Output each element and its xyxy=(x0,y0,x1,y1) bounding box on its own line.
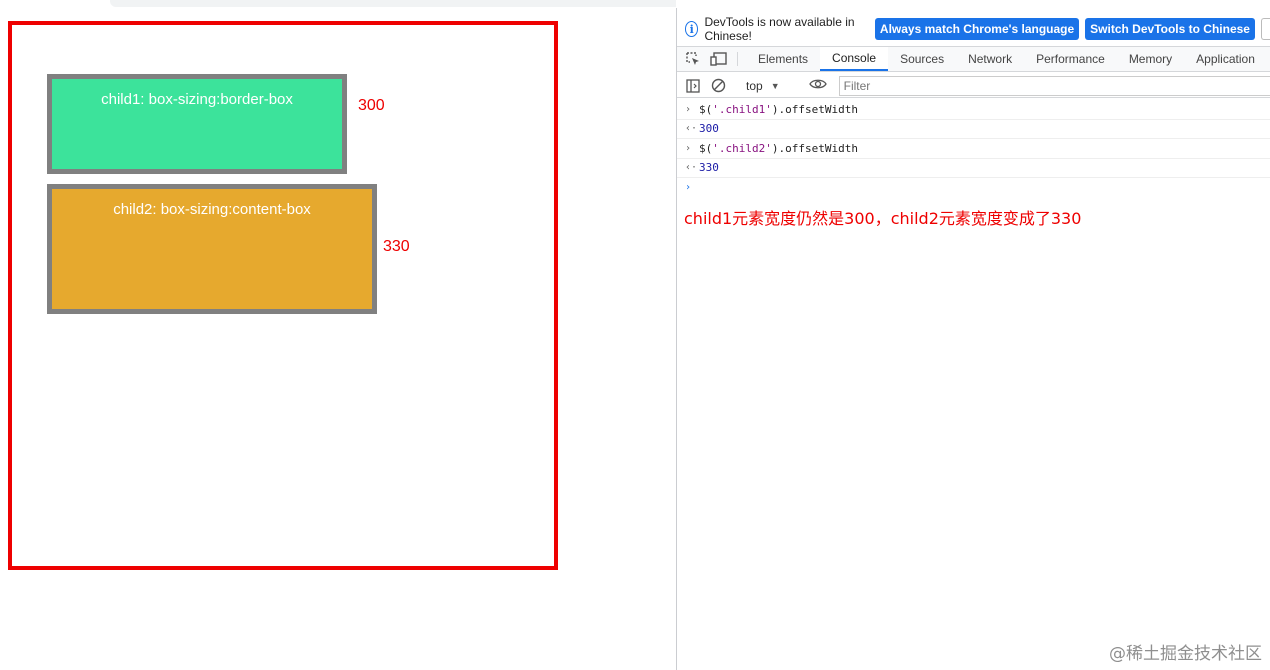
language-infobar: i DevTools is now available in Chinese! … xyxy=(677,15,1270,43)
browser-top-strip xyxy=(0,0,676,8)
console-command: $('.child1').offsetWidth xyxy=(699,102,858,116)
console-output: › $('.child1').offsetWidth ‹· 300 › $('.… xyxy=(677,100,1270,198)
always-match-language-button[interactable]: Always match Chrome's language xyxy=(874,18,1080,40)
page-viewport: child1: box-sizing:border-box child2: bo… xyxy=(0,8,676,670)
devtools-panel: i DevTools is now available in Chinese! … xyxy=(676,8,1270,670)
switch-to-chinese-button[interactable]: Switch DevTools to Chinese xyxy=(1085,18,1255,40)
clear-console-icon[interactable] xyxy=(709,78,727,93)
console-prompt-line[interactable]: › xyxy=(677,178,1270,198)
infobar-message: DevTools is now available in Chinese! xyxy=(704,15,855,43)
console-prompt-icon: › xyxy=(685,182,692,194)
console-toolbar: top ▼ Filter xyxy=(677,74,1270,98)
live-expression-eye-icon[interactable] xyxy=(808,78,827,93)
console-result-value: 330 xyxy=(699,161,719,175)
inspect-element-icon[interactable] xyxy=(683,47,703,71)
child2-label: child2: box-sizing:content-box xyxy=(113,201,311,218)
input-prompt-icon: › xyxy=(685,103,692,115)
console-command: $('.child2').offsetWidth xyxy=(699,141,858,155)
devtools-tabbar: Elements Console Sources Network Perform… xyxy=(677,46,1270,72)
console-input-line: › $('.child2').offsetWidth xyxy=(677,139,1270,159)
tab-elements[interactable]: Elements xyxy=(746,47,820,71)
tab-memory[interactable]: Memory xyxy=(1117,47,1184,71)
tab-sources[interactable]: Sources xyxy=(888,47,956,71)
console-result-line: ‹· 330 xyxy=(677,159,1270,178)
tab-application[interactable]: Application xyxy=(1184,47,1267,71)
info-icon: i xyxy=(685,21,699,37)
child1-width-annotation: 300 xyxy=(358,97,385,114)
console-input-line: › $('.child1').offsetWidth xyxy=(677,100,1270,120)
child2-box: child2: box-sizing:content-box xyxy=(47,184,377,314)
address-bar-edge xyxy=(110,0,676,7)
dropdown-arrow-icon: ▼ xyxy=(770,80,780,91)
result-arrow-icon: ‹· xyxy=(685,123,698,135)
context-selector-value: top xyxy=(746,78,763,93)
context-selector[interactable]: top ▼ xyxy=(746,79,780,93)
filter-placeholder: Filter xyxy=(843,78,871,93)
input-prompt-icon: › xyxy=(685,142,692,154)
explanation-note: child1元素宽度仍然是300，child2元素宽度变成了330 xyxy=(684,209,1082,228)
parent-box: child1: box-sizing:border-box child2: bo… xyxy=(8,21,558,570)
child1-box: child1: box-sizing:border-box xyxy=(47,74,347,174)
console-result-value: 300 xyxy=(699,122,719,136)
device-toolbar-icon[interactable] xyxy=(709,47,729,71)
console-result-line: ‹· 300 xyxy=(677,120,1270,139)
tab-console[interactable]: Console xyxy=(820,47,889,71)
child1-label: child1: box-sizing:border-box xyxy=(101,91,293,108)
toolbar-separator xyxy=(737,52,738,66)
tab-network[interactable]: Network xyxy=(956,47,1024,71)
tab-performance[interactable]: Performance xyxy=(1024,47,1117,71)
watermark: @稀土掘金技术社区 xyxy=(1109,644,1262,664)
dont-show-again-button[interactable] xyxy=(1260,18,1270,40)
result-arrow-icon: ‹· xyxy=(685,162,698,174)
sidebar-toggle-icon[interactable] xyxy=(684,78,702,93)
console-filter-input[interactable]: Filter xyxy=(838,75,1270,96)
child2-width-annotation: 330 xyxy=(383,238,410,255)
